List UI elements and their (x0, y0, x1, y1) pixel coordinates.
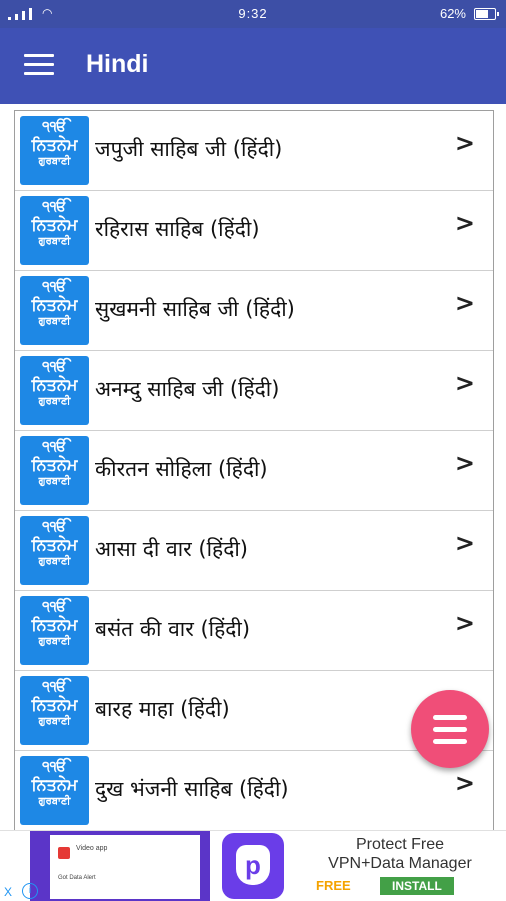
list-item-label: रहिरास साहिब (हिंदी) (95, 217, 260, 241)
logo-text: ਗੁਰਬਾਣੀ (38, 716, 71, 727)
menu-icon[interactable] (24, 54, 54, 78)
ad-free-label: FREE (316, 878, 351, 893)
ad-install-button[interactable]: INSTALL (380, 877, 454, 895)
fab-line (433, 727, 467, 732)
list-item[interactable]: ੧ੴ ਨਿਤਨੇਮ ਗੁਰਬਾਣੀ रहिरास साहिब (हिंदी) > (15, 191, 493, 271)
ad-headline: Protect Free (355, 836, 445, 853)
list-item[interactable]: ੧ੴ ਨਿਤਨੇਮ ਗੁਰਬਾਣੀ अनम्दु साहिब जी (हिंदी… (15, 351, 493, 431)
list-item-label: सुखमनी साहिब जी (हिंदी) (95, 297, 295, 321)
logo-text: ਨਿਤਨੇਮ (31, 535, 78, 554)
chevron-right-icon: > (454, 129, 475, 157)
logo-text: ਗੁਰਬਾਣੀ (38, 476, 71, 487)
nitnem-logo-icon: ੧ੴ ਨਿਤਨੇਮ ਗੁਰਬਾਣੀ (20, 756, 89, 825)
list-item[interactable]: ੧ੴ ਨਿਤਨੇਮ ਗੁਰਬਾਣੀ जपुजी साहिब जी (हिंदी)… (15, 111, 493, 191)
logo-text: ਨਿਤਨੇਮ (31, 775, 78, 794)
logo-text: ਗੁਰਬਾਣੀ (38, 556, 71, 567)
fab-line (433, 715, 467, 720)
app-bar: Hindi (0, 28, 506, 104)
ad-subheadline: VPN+Data Manager (328, 855, 472, 872)
nitnem-logo-icon: ੧ੴ ਨਿਤਨੇਮ ਗੁਰਬਾਣੀ (20, 436, 89, 505)
logo-text: ੧ੴ (42, 759, 67, 775)
nitnem-logo-icon: ੧ੴ ਨਿਤਨੇਮ ਗੁਰਬਾਣੀ (20, 196, 89, 265)
list-item-label: अनम्दु साहिब जी (हिंदी) (95, 377, 280, 401)
ad-close-icon[interactable]: X (4, 885, 12, 899)
nitnem-logo-icon: ੧ੴ ਨਿਤਨੇਮ ਗੁਰਬਾਣੀ (20, 516, 89, 585)
logo-text: ਗੁਰਬਾਣੀ (38, 636, 71, 647)
list-item-label: दुख भंजनी साहिब (हिंदी) (95, 777, 289, 801)
logo-text: ੧ੴ (42, 279, 67, 295)
fab-line (433, 739, 467, 744)
list-item[interactable]: ੧ੴ ਨਿਤਨੇਮ ਗੁਰਬਾਣੀ बसंत की वार (हिंदी) > (15, 591, 493, 671)
ad-app-icon (58, 847, 70, 859)
chevron-right-icon: > (454, 449, 475, 477)
list-item[interactable]: ੧ੴ ਨਿਤਨੇਮ ਗੁਰਬਾਣੀ सुखमनी साहिब जी (हिंदी… (15, 271, 493, 351)
nitnem-logo-icon: ੧ੴ ਨਿਤਨੇਮ ਗੁਰਬਾਣੀ (20, 276, 89, 345)
ad-copy: Protect Free VPN+Data Manager FREE INSTA… (300, 835, 500, 895)
chevron-right-icon: > (454, 609, 475, 637)
battery-icon (474, 7, 499, 20)
logo-text: ਗੁਰਬਾਣੀ (38, 156, 71, 167)
logo-text: ੧ੴ (42, 439, 67, 455)
ad-screenshot: Video app Got Data Alert (30, 831, 210, 901)
ad-mock-subtitle: Got Data Alert (58, 875, 96, 881)
logo-text: ਨਿਤਨੇਮ (31, 615, 78, 634)
chevron-right-icon: > (454, 529, 475, 557)
list-item-label: बसंत की वार (हिंदी) (95, 617, 251, 641)
logo-text: ੧ੴ (42, 519, 67, 535)
logo-text: ਗੁਰਬਾਣੀ (38, 236, 71, 247)
ad-app-logo-icon: p (222, 833, 284, 899)
page-title: Hindi (86, 50, 149, 78)
logo-text: ਨਿਤਨੇਮ (31, 695, 78, 714)
list-item-label: आसा दी वार (हिंदी) (95, 537, 248, 561)
nitnem-logo-icon: ੧ੴ ਨਿਤਨੇਮ ਗੁਰਬਾਣੀ (20, 356, 89, 425)
status-time: 9:32 (238, 6, 268, 21)
logo-text: ਗੁਰਬਾਣੀ (38, 796, 71, 807)
list-item[interactable]: ੧ੴ ਨਿਤਨੇਮ ਗੁਰਬਾਣੀ दुख भंजनी साहिब (हिंदी… (15, 751, 493, 831)
chevron-right-icon: > (454, 209, 475, 237)
ad-phone-mock: Video app Got Data Alert (50, 835, 200, 899)
nitnem-logo-icon: ੧ੴ ਨਿਤਨੇਮ ਗੁਰਬਾਣੀ (20, 116, 89, 185)
logo-text: ੧ੴ (42, 679, 67, 695)
chevron-right-icon: > (454, 369, 475, 397)
list-item-label: जपुजी साहिब जी (हिंदी) (95, 137, 283, 161)
logo-text: ਨਿਤਨੇਮ (31, 375, 78, 394)
list-item-label: कीरतन सोहिला (हिंदी) (95, 457, 268, 481)
logo-text: ੧ੴ (42, 359, 67, 375)
list-item[interactable]: ੧ੴ ਨਿਤਨੇਮ ਗੁਰਬਾਣੀ कीरतन सोहिला (हिंदी) > (15, 431, 493, 511)
chevron-right-icon: > (454, 289, 475, 317)
logo-text: ਨਿਤਨੇਮ (31, 455, 78, 474)
list-item[interactable]: ੧ੴ ਨਿਤਨੇਮ ਗੁਰਬਾਣੀ आसा दी वार (हिंदी) > (15, 511, 493, 591)
battery-percent: 62% (439, 6, 466, 21)
nitnem-logo-icon: ੧ੴ ਨਿਤਨੇਮ ਗੁਰਬਾਣੀ (20, 596, 89, 665)
logo-text: ਗੁਰਬਾਣੀ (38, 396, 71, 407)
logo-text: ਗੁਰਬਾਣੀ (38, 316, 71, 327)
nitnem-logo-icon: ੧ੴ ਨਿਤਨੇਮ ਗੁਰਬਾਣੀ (20, 676, 89, 745)
ad-logo-letter: p (236, 845, 270, 885)
logo-text: ਨਿਤਨੇਮ (31, 135, 78, 154)
logo-text: ੧ੴ (42, 599, 67, 615)
logo-text: ਨਿਤਨੇਮ (31, 215, 78, 234)
ad-banner[interactable]: Video app Got Data Alert p Protect Free … (0, 830, 506, 901)
logo-text: ੧ੴ (42, 119, 67, 135)
fab-menu-button[interactable] (411, 690, 489, 768)
ad-mock-title: Video app (76, 845, 108, 852)
ad-info-icon[interactable]: i (22, 883, 38, 899)
logo-text: ਨਿਤਨੇਮ (31, 295, 78, 314)
status-bar: ◠ 9:32 62% (0, 0, 506, 28)
list-item-label: बारह माहा (हिंदी) (95, 697, 230, 721)
logo-text: ੧ੴ (42, 199, 67, 215)
chevron-right-icon: > (454, 769, 475, 797)
